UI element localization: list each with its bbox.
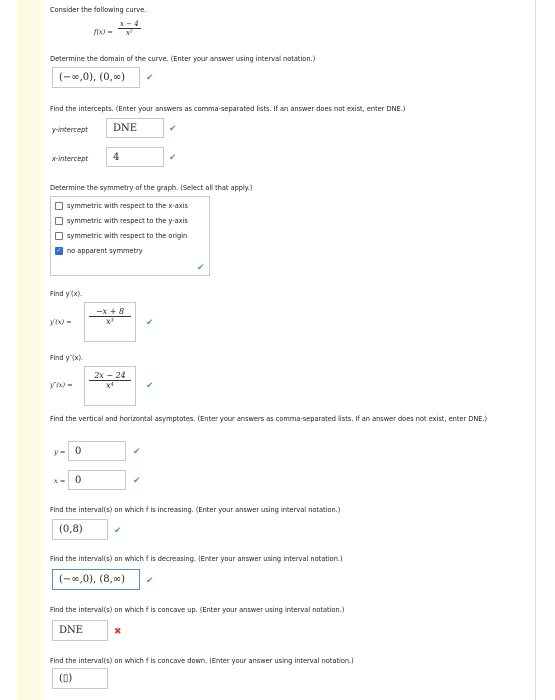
checkbox-checked-icon[interactable]: ✓ [55, 247, 63, 255]
domain-prompt: Determine the domain of the curve. (Ente… [50, 55, 316, 63]
domain-answer-field[interactable]: (−∞,0), (0,∞) [52, 67, 140, 88]
function-denominator: x² [125, 29, 133, 37]
second-derivative-denominator: x⁴ [106, 381, 114, 390]
intro-text: Consider the following curve. [50, 6, 147, 14]
decreasing-correct-icon: ✔ [146, 576, 154, 586]
function-numerator: x − 4 [118, 20, 141, 29]
symmetry-option-none[interactable]: ✓ no apparent symmetry [55, 247, 143, 255]
asymptotes-prompt: Find the vertical and horizontal asympto… [50, 415, 488, 423]
concave-down-prompt: Find the interval(s) on which f is conca… [50, 657, 354, 665]
y-intercept-field[interactable]: DNE [106, 118, 164, 138]
symmetry-option-label: no apparent symmetry [67, 247, 143, 255]
horizontal-asymptote-correct-icon: ✔ [133, 447, 141, 457]
concave-up-incorrect-icon: ✖ [114, 627, 122, 637]
symmetry-option-label: symmetric with respect to the y-axis [67, 217, 188, 225]
symmetry-option-label: symmetric with respect to the x-axis [67, 202, 188, 210]
second-derivative-fraction: 2x − 24 x⁴ [89, 371, 131, 390]
symmetry-option-label: symmetric with respect to the origin [67, 232, 188, 240]
symmetry-option-y-axis[interactable]: symmetric with respect to the y-axis [55, 217, 188, 225]
first-derivative-denominator: x³ [106, 317, 114, 326]
symmetry-option-origin[interactable]: symmetric with respect to the origin [55, 232, 187, 240]
left-margin-rail [17, 0, 43, 700]
symmetry-options-group: symmetric with respect to the x-axis sym… [50, 196, 210, 276]
checkbox-unchecked-icon[interactable] [55, 202, 63, 210]
second-derivative-prompt: Find y″(x). [50, 354, 84, 362]
first-derivative-lhs: y′(x) = [50, 318, 72, 326]
decreasing-answer-field[interactable]: (−∞,0), (8,∞) [52, 569, 140, 590]
function-lhs: f(x) = [94, 28, 113, 36]
second-derivative-field[interactable]: 2x − 24 x⁴ [84, 366, 136, 406]
second-derivative-numerator: 2x − 24 [89, 371, 131, 381]
second-derivative-correct-icon: ✔ [146, 381, 154, 391]
intercepts-prompt: Find the intercepts. (Enter your answers… [50, 105, 406, 113]
y-intercept-label: y-intercept [52, 126, 88, 134]
x-intercept-field[interactable]: 4 [106, 147, 164, 167]
x-intercept-correct-icon: ✔ [169, 153, 177, 163]
concave-up-answer-field[interactable]: DNE [52, 620, 108, 641]
symmetry-correct-icon: ✔ [197, 263, 205, 273]
x-intercept-label: x-intercept [52, 155, 89, 163]
first-derivative-prompt: Find y′(x). [50, 290, 83, 298]
decreasing-prompt: Find the interval(s) on which f is decre… [50, 555, 343, 563]
first-derivative-numerator: −x + 8 [89, 307, 131, 317]
increasing-prompt: Find the interval(s) on which f is incre… [50, 506, 341, 514]
vertical-asymptote-correct-icon: ✔ [133, 476, 141, 486]
domain-correct-icon: ✔ [146, 73, 154, 83]
function-fraction: x − 4 x² [118, 20, 141, 37]
symmetry-option-x-axis[interactable]: symmetric with respect to the x-axis [55, 202, 188, 210]
y-intercept-correct-icon: ✔ [169, 124, 177, 134]
second-derivative-lhs: y″(x) = [50, 381, 73, 389]
horizontal-asymptote-field[interactable]: 0 [68, 441, 126, 461]
increasing-correct-icon: ✔ [114, 526, 122, 536]
concave-down-answer-field[interactable]: (▯) [52, 668, 108, 689]
symmetry-prompt: Determine the symmetry of the graph. (Se… [50, 184, 253, 192]
first-derivative-correct-icon: ✔ [146, 318, 154, 328]
right-divider [535, 0, 536, 700]
concave-up-prompt: Find the interval(s) on which f is conca… [50, 606, 345, 614]
first-derivative-fraction: −x + 8 x³ [89, 307, 131, 326]
increasing-answer-field[interactable]: (0,8) [52, 519, 108, 540]
checkbox-unchecked-icon[interactable] [55, 217, 63, 225]
vertical-asymptote-field[interactable]: 0 [68, 470, 126, 490]
horizontal-asymptote-label: y = [54, 448, 66, 456]
vertical-asymptote-label: x = [54, 477, 66, 485]
checkbox-unchecked-icon[interactable] [55, 232, 63, 240]
first-derivative-field[interactable]: −x + 8 x³ [84, 302, 136, 342]
